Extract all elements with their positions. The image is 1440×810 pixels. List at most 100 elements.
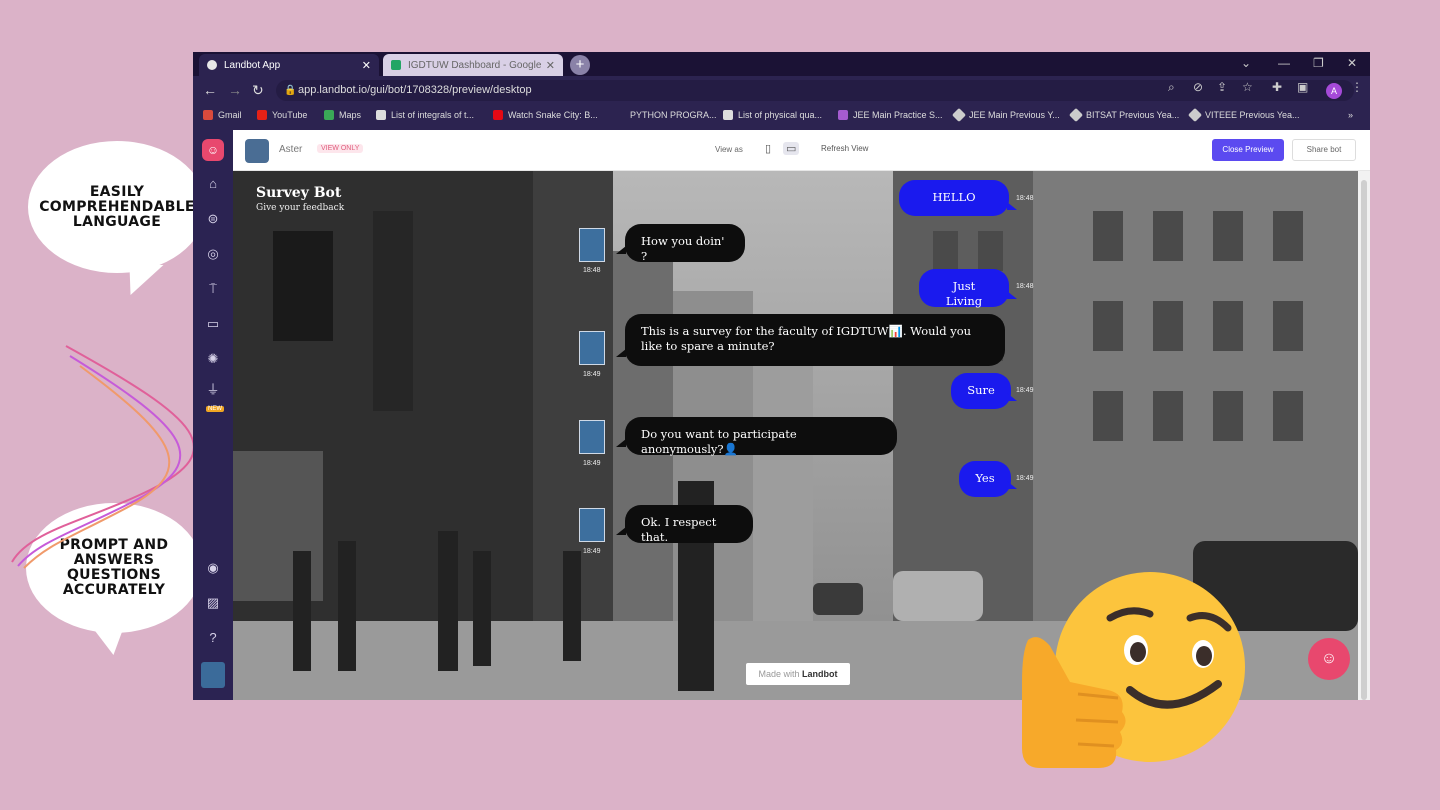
message-timestamp: 18:49 bbox=[583, 460, 601, 467]
share-icon[interactable]: ⇪ bbox=[1217, 80, 1227, 94]
page-icon bbox=[723, 110, 733, 120]
bookmark-jee-previous[interactable]: JEE Main Previous Y... bbox=[951, 107, 1060, 123]
lock-icon: 🔒 bbox=[284, 85, 297, 96]
view-as-label: View as bbox=[715, 145, 743, 154]
profile-avatar[interactable]: A bbox=[1326, 83, 1342, 99]
bookmark-bitsat[interactable]: BITSAT Previous Yea... bbox=[1068, 107, 1179, 123]
close-icon[interactable]: ✕ bbox=[546, 59, 555, 72]
palette-icon[interactable]: ✺ bbox=[205, 351, 221, 367]
tab-google-sheets[interactable]: IGDTUW Dashboard - Google Shee ✕ bbox=[383, 54, 563, 76]
bot-message-avatar bbox=[579, 420, 605, 454]
message-timestamp: 18:49 bbox=[583, 548, 601, 555]
close-preview-button[interactable]: Close Preview bbox=[1212, 139, 1284, 161]
plug-icon[interactable]: ⏚ bbox=[205, 382, 221, 398]
chat-message-bot: How you doin' ? bbox=[625, 224, 745, 263]
whatsapp-icon[interactable]: ◎ bbox=[205, 246, 221, 262]
chat-message-bot: Do you want to participate anonymously?👤 bbox=[625, 417, 897, 456]
bubble-tail bbox=[616, 439, 626, 447]
eye-off-icon[interactable]: ⊘ bbox=[1193, 80, 1203, 94]
home-icon[interactable]: ⌂ bbox=[205, 176, 221, 192]
bubble-tail bbox=[1007, 291, 1017, 299]
bubble-tail bbox=[1007, 481, 1017, 489]
close-icon[interactable]: ✕ bbox=[362, 59, 371, 72]
bookmark-gmail[interactable]: Gmail bbox=[203, 110, 242, 120]
search-icon[interactable]: ⌕ bbox=[1168, 80, 1175, 95]
mobile-view-icon[interactable]: ▯ bbox=[765, 142, 771, 155]
chat-message-bot: Ok. I respect that. bbox=[625, 505, 753, 544]
app-sidebar: ☺ ⌂ ⊜ ◎ ⍑ ▭ ✺ ⏚ NEW ◉ ▨ ? bbox=[193, 130, 233, 700]
bot-avatar bbox=[245, 139, 269, 163]
netflix-icon bbox=[493, 110, 503, 120]
back-icon[interactable]: ← bbox=[203, 82, 217, 98]
annotation-text-top: EASILY COMPREHENDABLE LANGUAGE bbox=[39, 183, 195, 230]
refresh-view-button[interactable]: Refresh View bbox=[821, 144, 868, 153]
chat-message-user: Just Living bbox=[919, 269, 1009, 308]
bookmark-integrals[interactable]: List of integrals of t... bbox=[376, 110, 474, 120]
made-with-landbot-link[interactable]: Made with Landbot bbox=[746, 663, 850, 685]
bubble-tail bbox=[616, 246, 626, 254]
chat-subtitle: Give your feedback bbox=[256, 203, 345, 213]
chat-title: Survey Bot bbox=[256, 185, 342, 201]
bookmark-maps[interactable]: Maps bbox=[324, 110, 361, 120]
bubble-tail bbox=[1007, 393, 1017, 401]
desktop-view-icon[interactable]: ▭ bbox=[783, 142, 800, 155]
chat-launcher-button[interactable]: ☺ bbox=[1308, 638, 1350, 680]
broadcast-icon[interactable]: ⍑ bbox=[205, 281, 221, 297]
help-icon[interactable]: ? bbox=[205, 630, 221, 646]
message-timestamp: 18:49 bbox=[583, 371, 601, 378]
tab-title: IGDTUW Dashboard - Google Shee bbox=[408, 59, 542, 71]
url-text: app.landbot.io/gui/bot/1708328/preview/d… bbox=[298, 84, 532, 96]
close-window-icon[interactable]: ✕ bbox=[1347, 56, 1357, 70]
share-bot-button[interactable]: Share bot bbox=[1292, 139, 1356, 161]
decorative-swoosh bbox=[11, 345, 195, 569]
scrollbar-thumb[interactable] bbox=[1361, 180, 1367, 700]
page-icon bbox=[838, 110, 848, 120]
message-timestamp: 18:48 bbox=[583, 267, 601, 274]
reload-icon[interactable]: ↻ bbox=[252, 82, 264, 99]
tab-bar: Landbot App ✕ IGDTUW Dashboard - Google … bbox=[193, 52, 1370, 76]
landbot-logo-icon[interactable]: ☺ bbox=[202, 139, 224, 161]
star-icon[interactable]: ☆ bbox=[1242, 80, 1253, 94]
extensions-icon[interactable]: ✚ bbox=[1272, 80, 1282, 94]
bookmark-viteee[interactable]: VITEEE Previous Yea... bbox=[1187, 107, 1300, 123]
bubble-tail bbox=[616, 349, 626, 357]
forward-icon[interactable]: → bbox=[228, 82, 242, 98]
message-timestamp: 18:49 bbox=[1016, 475, 1034, 482]
landbot-favicon-icon bbox=[207, 60, 217, 70]
gmail-icon bbox=[203, 110, 213, 120]
bot-message-avatar bbox=[579, 228, 605, 262]
new-badge: NEW bbox=[206, 406, 224, 412]
diamond-icon bbox=[951, 107, 967, 123]
tab-search-icon[interactable]: ⌄ bbox=[1241, 56, 1251, 70]
bookmarks-bar: Gmail YouTube Maps List of integrals of … bbox=[193, 105, 1370, 130]
chat-icon[interactable]: ▭ bbox=[205, 316, 221, 332]
diamond-icon bbox=[1068, 107, 1084, 123]
minimize-icon[interactable]: — bbox=[1278, 56, 1290, 70]
bookmark-python[interactable]: PYTHON PROGRA... bbox=[630, 110, 717, 120]
browser-toolbar: ← → ↻ 🔒 app.landbot.io/gui/bot/1708328/p… bbox=[193, 76, 1370, 105]
restore-icon[interactable]: ❐ bbox=[1313, 56, 1324, 70]
bot-message-avatar bbox=[579, 331, 605, 365]
bot-icon[interactable]: ⊜ bbox=[205, 211, 221, 227]
new-tab-button[interactable]: + bbox=[570, 55, 590, 75]
bookmark-physical-quantities[interactable]: List of physical qua... bbox=[723, 110, 822, 120]
sidebar-toggle-icon[interactable]: ▣ bbox=[1297, 80, 1308, 94]
bubble-tail bbox=[1007, 202, 1017, 210]
sheets-favicon-icon bbox=[391, 60, 401, 70]
message-timestamp: 18:48 bbox=[1016, 283, 1034, 290]
chat-message-user: HELLO bbox=[899, 180, 1009, 216]
more-bookmarks-icon[interactable]: » bbox=[1348, 110, 1353, 120]
annotation-bubble-top: EASILY COMPREHENDABLE LANGUAGE bbox=[28, 141, 206, 295]
thumbs-up-smiley-icon bbox=[1022, 572, 1245, 768]
bookmark-jee-practice[interactable]: JEE Main Practice S... bbox=[838, 110, 943, 120]
image-icon[interactable]: ▨ bbox=[205, 595, 221, 611]
message-timestamp: 18:48 bbox=[1016, 195, 1034, 202]
chat-message-user: Sure bbox=[951, 373, 1011, 409]
bookmark-youtube[interactable]: YouTube bbox=[257, 110, 307, 120]
menu-kebab-icon[interactable]: ⋮ bbox=[1351, 80, 1363, 94]
eye-icon[interactable]: ◉ bbox=[205, 560, 221, 576]
tab-landbot-app[interactable]: Landbot App ✕ bbox=[199, 54, 379, 76]
bot-message-avatar bbox=[579, 508, 605, 542]
user-thumbnail[interactable] bbox=[201, 662, 225, 688]
bookmark-snake-city[interactable]: Watch Snake City: B... bbox=[493, 110, 598, 120]
